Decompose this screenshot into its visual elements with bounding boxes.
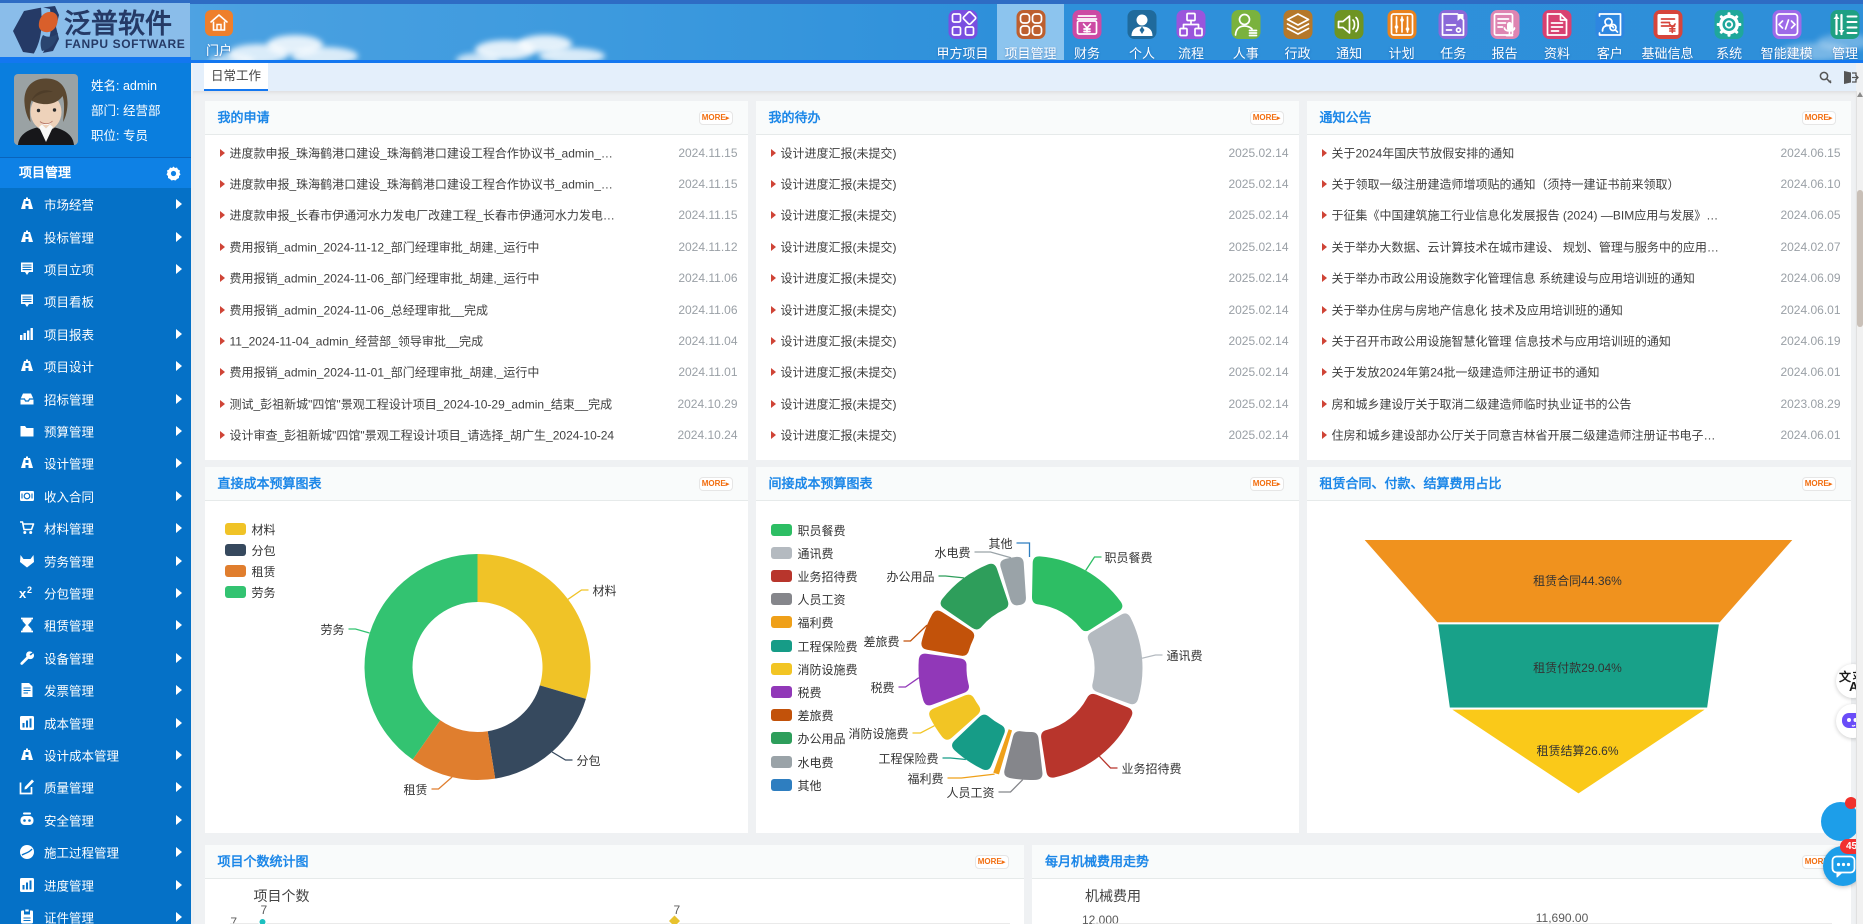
- svg-text:项目个数: 项目个数: [253, 888, 309, 904]
- svg-text:通讯费: 通讯费: [1166, 649, 1202, 663]
- svg-text:7: 7: [260, 903, 267, 917]
- svg-text:工程保险费: 工程保险费: [878, 751, 938, 766]
- svg-text:办公用品: 办公用品: [886, 569, 934, 584]
- svg-text:税费: 税费: [870, 681, 894, 695]
- svg-text:水电费: 水电费: [934, 546, 970, 560]
- svg-text:劳务: 劳务: [320, 622, 344, 637]
- svg-text:11,690.00: 11,690.00: [1536, 911, 1589, 924]
- svg-text:其他: 其他: [988, 537, 1012, 551]
- svg-text:人员工资: 人员工资: [946, 786, 994, 800]
- svg-text:分包: 分包: [576, 754, 600, 768]
- svg-text:租赁结算26.6%: 租赁结算26.6%: [1536, 743, 1618, 758]
- svg-text:材料: 材料: [592, 584, 616, 598]
- svg-text:12,000: 12,000: [1082, 913, 1119, 924]
- svg-text:业务招待费: 业务招待费: [1121, 761, 1181, 776]
- svg-text:职员餐费: 职员餐费: [1104, 550, 1152, 565]
- svg-text:福利费: 福利费: [907, 771, 943, 786]
- svg-text:机械费用: 机械费用: [1085, 888, 1141, 904]
- svg-text:租赁: 租赁: [403, 783, 427, 797]
- svg-text:x: x: [19, 586, 27, 601]
- svg-text:租赁付款29.04%: 租赁付款29.04%: [1533, 661, 1622, 675]
- svg-text:2: 2: [27, 585, 32, 595]
- svg-text:7: 7: [230, 915, 237, 924]
- svg-text:消防设施费: 消防设施费: [848, 726, 908, 741]
- svg-text:租赁合同44.36%: 租赁合同44.36%: [1533, 573, 1622, 588]
- svg-text:差旅费: 差旅费: [863, 635, 899, 649]
